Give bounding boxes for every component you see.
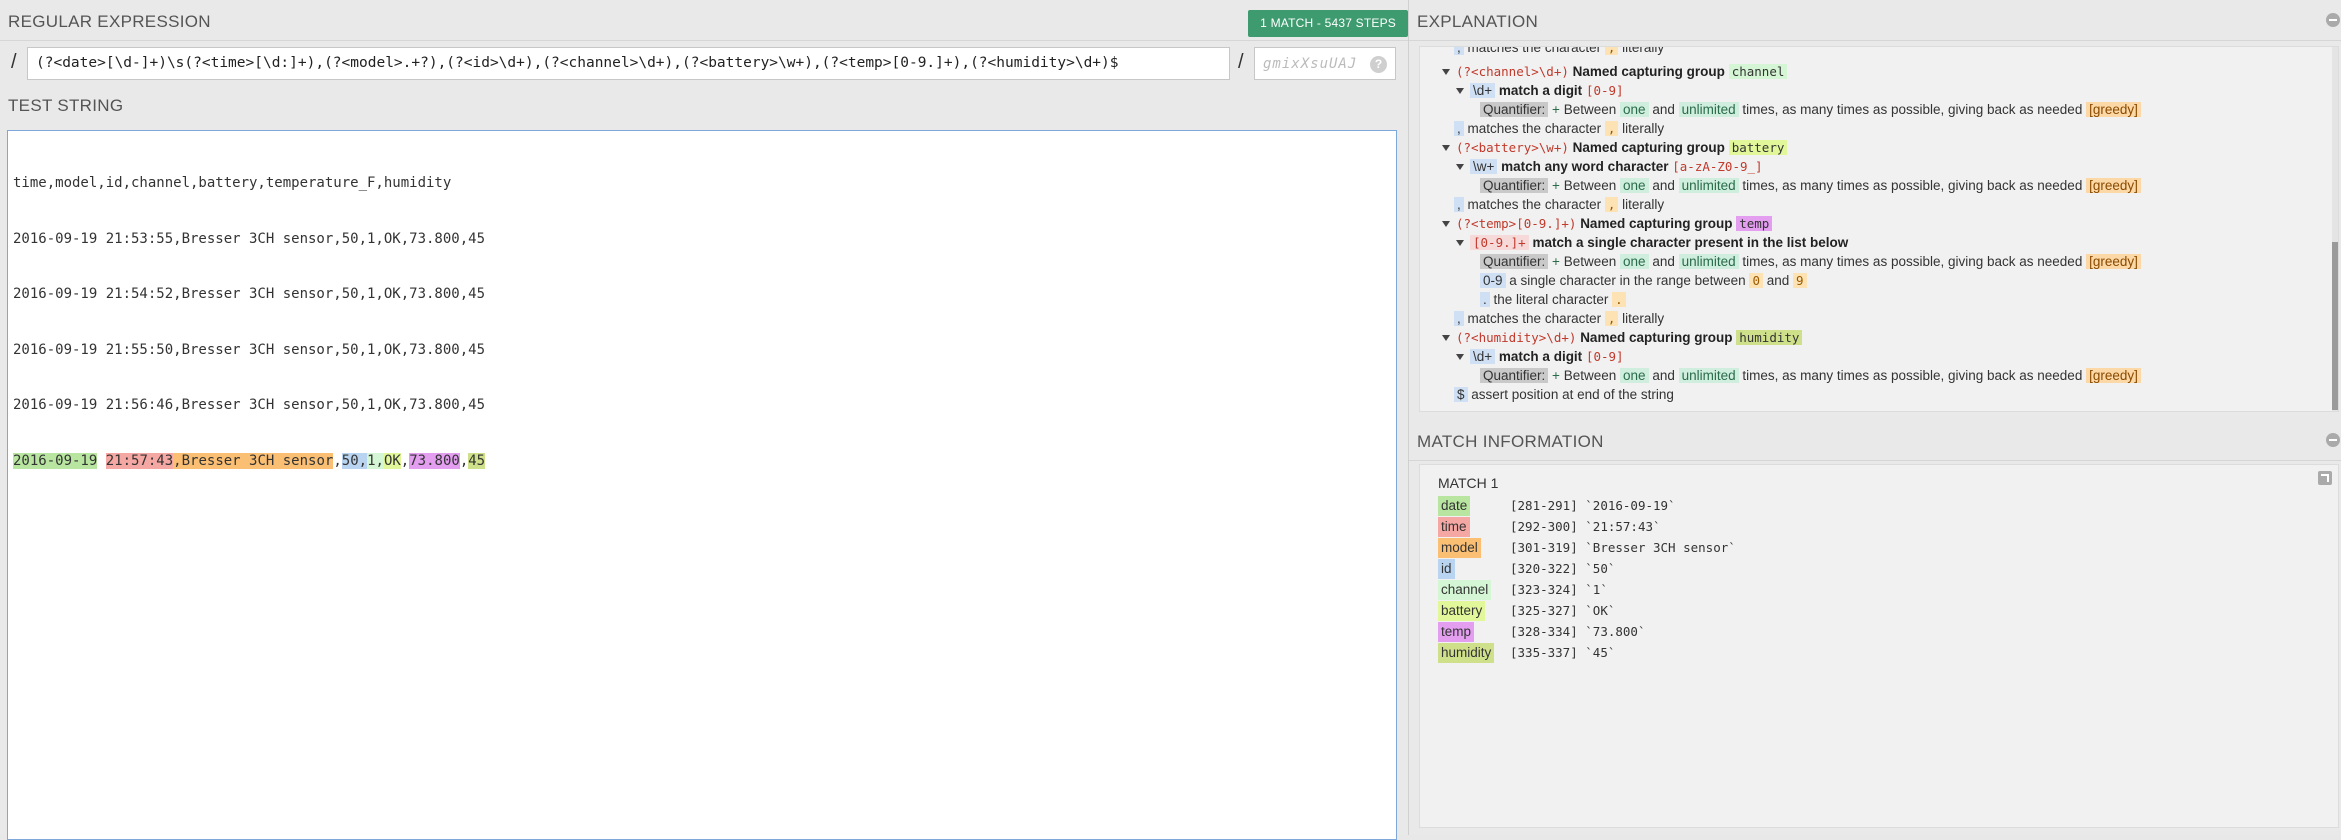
match-comma: , bbox=[459, 452, 469, 469]
match-temp: 73.800 bbox=[409, 452, 460, 469]
match-info-section-header: MATCH INFORMATION bbox=[1409, 420, 2341, 461]
explanation-node: , matches the character , literally bbox=[1454, 195, 1664, 214]
collapse-icon[interactable] bbox=[2326, 13, 2340, 27]
flags-placeholder: gmixXsuUAJ bbox=[1263, 56, 1358, 72]
match-steps-badge: 1 MATCH - 5437 STEPS bbox=[1248, 10, 1408, 37]
tree-toggle-icon[interactable] bbox=[1442, 221, 1450, 228]
test-string-line: time,model,id,channel,battery,temperatur… bbox=[13, 175, 452, 191]
explanation-node: Quantifier: + Between one and unlimited … bbox=[1480, 100, 2141, 119]
match-comma: , bbox=[375, 452, 384, 469]
match-group-row: temp [328-334] `73.800` bbox=[1438, 622, 1645, 642]
match-comma: , bbox=[333, 452, 342, 469]
regex-open-delimiter: / bbox=[11, 51, 17, 73]
match-comma: , bbox=[400, 452, 410, 469]
tree-toggle-icon[interactable] bbox=[1442, 145, 1450, 152]
sidebar-pane: EXPLANATION , matches the character , li… bbox=[1408, 0, 2341, 835]
test-string-line: 2016-09-19 21:54:52,Bresser 3CH sensor,5… bbox=[13, 286, 486, 302]
regex-section-title: REGULAR EXPRESSION bbox=[8, 12, 211, 31]
test-string-editor[interactable]: time,model,id,channel,battery,temperatur… bbox=[7, 130, 1397, 840]
match-separator bbox=[97, 453, 105, 469]
match-date: 2016-09-19 bbox=[13, 452, 98, 469]
explanation-node: Quantifier: + Between one and unlimited … bbox=[1480, 252, 2141, 271]
explanation-node: \w+ match any word character [a-zA-Z0-9_… bbox=[1456, 157, 1763, 176]
match-info-section-title: MATCH INFORMATION bbox=[1417, 432, 1604, 451]
explanation-node: , matches the character , literally bbox=[1454, 47, 1664, 57]
match-comma: , bbox=[173, 452, 182, 469]
explanation-section-title: EXPLANATION bbox=[1417, 12, 1539, 31]
collapse-icon[interactable] bbox=[2326, 433, 2340, 447]
explanation-section-header: EXPLANATION bbox=[1409, 0, 2341, 41]
match-group-row: battery [325-327] `OK` bbox=[1438, 601, 1615, 621]
match-battery: OK bbox=[383, 452, 401, 469]
match-comma: , bbox=[358, 452, 368, 469]
explanation-node: 0-9 a single character in the range betw… bbox=[1480, 271, 1807, 290]
regex-pattern-input[interactable]: (?<date>[\d-]+)\s(?<time>[\d:]+),(?<mode… bbox=[27, 47, 1230, 80]
match-group-row: id [320-322] `50` bbox=[1438, 559, 1615, 579]
match-group-row: humidity [335-337] `45` bbox=[1438, 643, 1615, 663]
explanation-node: , matches the character , literally bbox=[1454, 309, 1664, 328]
explanation-node: (?<humidity>\d+) Named capturing group h… bbox=[1442, 328, 1803, 347]
regex-input-row: / (?<date>[\d-]+)\s(?<time>[\d:]+),(?<mo… bbox=[0, 44, 1408, 84]
help-icon[interactable]: ? bbox=[1370, 56, 1387, 73]
match-group-row: channel [323-324] `1` bbox=[1438, 580, 1608, 600]
tree-toggle-icon[interactable] bbox=[1442, 335, 1450, 342]
tree-toggle-icon[interactable] bbox=[1456, 240, 1464, 247]
match-time: 21:57:43 bbox=[105, 452, 174, 469]
explanation-node: Quantifier: + Between one and unlimited … bbox=[1480, 176, 2141, 195]
explanation-node: (?<channel>\d+) Named capturing group ch… bbox=[1442, 62, 1788, 81]
test-string-line: 2016-09-19 21:53:55,Bresser 3CH sensor,5… bbox=[13, 230, 486, 247]
test-string-line: 2016-09-19 21:55:50,Bresser 3CH sensor,5… bbox=[13, 341, 486, 358]
tree-toggle-icon[interactable] bbox=[1456, 354, 1464, 361]
tree-toggle-icon[interactable] bbox=[1442, 69, 1450, 76]
explanation-scrollbar[interactable] bbox=[2332, 47, 2338, 411]
explanation-node: (?<temp>[0-9.]+) Named capturing group t… bbox=[1442, 214, 1773, 233]
tree-toggle-icon[interactable] bbox=[1456, 164, 1464, 171]
explanation-tree: , matches the character , literally (?<c… bbox=[1419, 46, 2339, 412]
scrollbar-thumb[interactable] bbox=[2332, 242, 2338, 410]
match-info-panel: MATCH 1 date [281-291] `2016-09-19` time[… bbox=[1419, 464, 2339, 828]
match-label: MATCH 1 bbox=[1438, 475, 1499, 491]
regex-close-delimiter: / bbox=[1238, 51, 1244, 73]
match-humidity: 45 bbox=[468, 452, 486, 469]
explanation-node: Quantifier: + Between one and unlimited … bbox=[1480, 366, 2141, 385]
regex-section-header: REGULAR EXPRESSION 1 MATCH - 5437 STEPS bbox=[0, 0, 1416, 41]
test-string-line: 2016-09-19 21:56:46,Bresser 3CH sensor,5… bbox=[13, 397, 486, 413]
explanation-node: \d+ match a digit [0-9] bbox=[1456, 81, 1624, 100]
test-string-section-title: TEST STRING bbox=[8, 96, 124, 115]
explanation-node: , matches the character , literally bbox=[1454, 119, 1664, 138]
regex-editor-pane: REGULAR EXPRESSION 1 MATCH - 5437 STEPS … bbox=[0, 0, 1416, 840]
explanation-node: \d+ match a digit [0-9] bbox=[1456, 347, 1624, 366]
match-group-row: time [292-300] `21:57:43` bbox=[1438, 517, 1661, 537]
regex-flags-input[interactable]: gmixXsuUAJ ? bbox=[1254, 47, 1396, 80]
match-group-row: date [281-291] `2016-09-19` bbox=[1438, 496, 1676, 516]
explanation-node: (?<battery>\w+) Named capturing group ba… bbox=[1442, 138, 1788, 157]
match-channel: 1 bbox=[367, 452, 376, 469]
explanation-node: $ assert position at end of the string bbox=[1454, 385, 1674, 404]
match-id: 50 bbox=[341, 452, 359, 469]
explanation-node: [0-9.]+ match a single character present… bbox=[1456, 233, 1848, 252]
match-group-row: model [301-319] `Bresser 3CH sensor` bbox=[1438, 538, 1736, 558]
test-string-section-header: TEST STRING bbox=[0, 84, 1416, 124]
explanation-node: . the literal character . bbox=[1480, 290, 1626, 309]
tree-toggle-icon[interactable] bbox=[1456, 88, 1464, 95]
expand-icon[interactable] bbox=[2318, 471, 2332, 485]
matched-line: 2016-09-19 21:57:43,Bresser 3CH sensor,5… bbox=[13, 452, 1391, 471]
match-model: Bresser 3CH sensor bbox=[181, 452, 334, 469]
